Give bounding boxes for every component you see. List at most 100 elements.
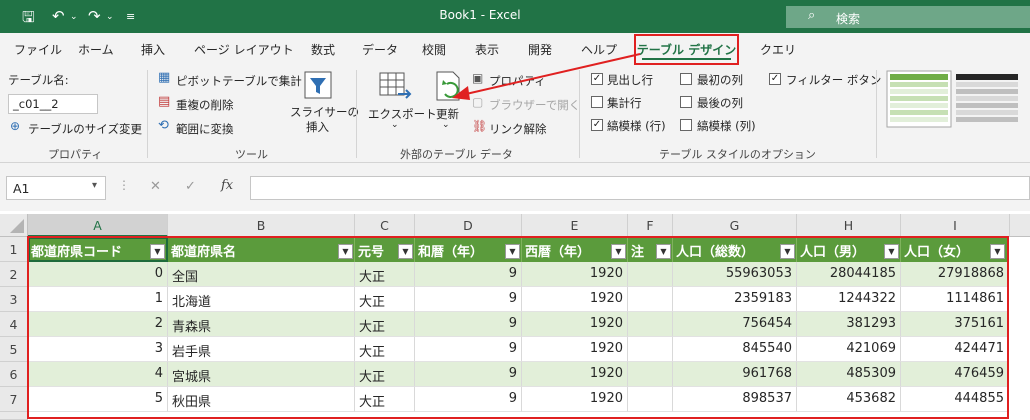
filter-dropdown-icon[interactable]: ▼ [398, 244, 413, 259]
table-cell[interactable]: 476459 [901, 362, 1009, 387]
table-cell[interactable]: 2 [28, 312, 168, 337]
table-cell[interactable]: 大正 [355, 287, 415, 312]
tab-formulas[interactable]: 数式 [311, 41, 335, 58]
table-cell[interactable]: 961768 [673, 362, 797, 387]
table-cell[interactable]: 845540 [673, 337, 797, 362]
formula-input[interactable] [250, 176, 1030, 200]
table-cell[interactable] [628, 312, 673, 337]
search-box[interactable]: ⌕ 検索 [786, 6, 1030, 28]
tab-data[interactable]: データ [362, 41, 398, 58]
table-cell[interactable]: 9 [415, 362, 522, 387]
row-header[interactable] [0, 412, 28, 420]
table-cell[interactable] [628, 287, 673, 312]
table-cell[interactable]: 1920 [522, 337, 628, 362]
tab-page-layout[interactable]: ページ レイアウト [194, 41, 294, 58]
row-header[interactable]: 7 [0, 387, 28, 412]
table-cell[interactable]: 1244322 [797, 287, 901, 312]
table-name-input[interactable]: _c01__2 [8, 94, 98, 114]
name-box[interactable]: A1 [6, 176, 106, 200]
row-header[interactable]: 6 [0, 362, 28, 387]
table-cell[interactable]: 485309 [797, 362, 901, 387]
column-header-e[interactable]: E [522, 214, 628, 237]
table-cell[interactable]: 756454 [673, 312, 797, 337]
table-cell[interactable]: 青森県 [168, 312, 355, 337]
column-header-g[interactable]: G [673, 214, 797, 237]
table-cell[interactable]: 3 [28, 337, 168, 362]
table-cell[interactable]: 1920 [522, 387, 628, 412]
refresh-dropdown-icon[interactable]: ⌄ [442, 120, 450, 130]
table-cell[interactable]: 9 [415, 312, 522, 337]
table-cell[interactable]: 0 [28, 262, 168, 287]
remove-duplicates-button[interactable]: 重複の削除 [176, 97, 234, 113]
filter-dropdown-icon[interactable]: ▼ [990, 244, 1005, 259]
row-header[interactable]: 4 [0, 312, 28, 337]
table-header-cell[interactable]: 都道府県コード [28, 237, 168, 262]
filter-dropdown-icon[interactable]: ▼ [656, 244, 671, 259]
table-cell[interactable]: 375161 [901, 312, 1009, 337]
table-cell[interactable]: 1920 [522, 362, 628, 387]
export-button[interactable]: エクスポート [368, 106, 437, 122]
column-header-d[interactable]: D [415, 214, 522, 237]
row-header[interactable]: 1 [0, 237, 28, 262]
table-cell[interactable]: 1920 [522, 312, 628, 337]
filter-dropdown-icon[interactable]: ▼ [338, 244, 353, 259]
column-header-c[interactable]: C [355, 214, 415, 237]
table-cell[interactable] [628, 337, 673, 362]
filter-dropdown-icon[interactable]: ▼ [505, 244, 520, 259]
filter-dropdown-icon[interactable]: ▼ [611, 244, 626, 259]
insert-slicer-label-2[interactable]: 挿入 [306, 119, 329, 135]
column-header-h[interactable]: H [797, 214, 901, 237]
column-header-f[interactable]: F [628, 214, 673, 237]
filter-dropdown-icon[interactable]: ▼ [150, 244, 165, 259]
last-column-checkbox[interactable] [680, 96, 692, 108]
tab-table-design[interactable]: テーブル デザイン [634, 34, 739, 65]
table-cell[interactable]: 421069 [797, 337, 901, 362]
table-cell[interactable]: 28044185 [797, 262, 901, 287]
table-cell[interactable]: 大正 [355, 262, 415, 287]
table-cell[interactable]: 2359183 [673, 287, 797, 312]
cancel-icon[interactable]: ✕ [150, 179, 161, 194]
table-cell[interactable]: 381293 [797, 312, 901, 337]
table-cell[interactable]: 898537 [673, 387, 797, 412]
table-header-cell[interactable]: 人口（総数） [673, 237, 797, 262]
filter-dropdown-icon[interactable]: ▼ [884, 244, 899, 259]
insert-slicer-label-1[interactable]: スライサーの [290, 104, 359, 120]
table-cell[interactable]: 9 [415, 387, 522, 412]
column-header-a[interactable]: A [28, 214, 168, 237]
row-header[interactable]: 2 [0, 262, 28, 287]
resize-table-button[interactable]: テーブルのサイズ変更 [28, 121, 142, 137]
column-header-blank[interactable] [1010, 214, 1030, 237]
table-cell[interactable]: 大正 [355, 337, 415, 362]
enter-icon[interactable]: ✓ [185, 179, 196, 194]
tab-home[interactable]: ホーム [78, 41, 114, 58]
table-cell[interactable]: 大正 [355, 312, 415, 337]
table-cell[interactable]: 424471 [901, 337, 1009, 362]
table-style-gallery[interactable] [886, 70, 1030, 130]
first-column-checkbox[interactable] [680, 73, 692, 85]
table-cell[interactable]: 9 [415, 287, 522, 312]
table-cell[interactable]: 4 [28, 362, 168, 387]
table-cell[interactable]: 大正 [355, 362, 415, 387]
formula-bar-splitter-icon[interactable]: ⋮ [118, 178, 130, 192]
table-cell[interactable]: 大正 [355, 387, 415, 412]
row-header[interactable]: 5 [0, 337, 28, 362]
tab-query[interactable]: クエリ [760, 41, 796, 58]
table-cell[interactable]: 全国 [168, 262, 355, 287]
table-cell[interactable]: 453682 [797, 387, 901, 412]
table-cell[interactable]: 北海道 [168, 287, 355, 312]
table-cell[interactable]: 5 [28, 387, 168, 412]
convert-to-range-button[interactable]: 範囲に変換 [176, 121, 234, 137]
table-cell[interactable]: 秋田県 [168, 387, 355, 412]
banded-columns-checkbox[interactable] [680, 119, 692, 131]
table-cell[interactable]: 1 [28, 287, 168, 312]
table-cell[interactable]: 9 [415, 337, 522, 362]
tab-file[interactable]: ファイル [14, 41, 62, 58]
table-cell[interactable]: 宮城県 [168, 362, 355, 387]
export-dropdown-icon[interactable]: ⌄ [391, 120, 399, 130]
filter-button-checkbox[interactable]: ✓ [769, 73, 781, 85]
insert-function-icon[interactable]: fx [221, 178, 233, 193]
select-all-corner[interactable] [0, 214, 28, 237]
filter-dropdown-icon[interactable]: ▼ [780, 244, 795, 259]
table-cell[interactable] [628, 362, 673, 387]
banded-rows-checkbox[interactable]: ✓ [591, 119, 603, 131]
